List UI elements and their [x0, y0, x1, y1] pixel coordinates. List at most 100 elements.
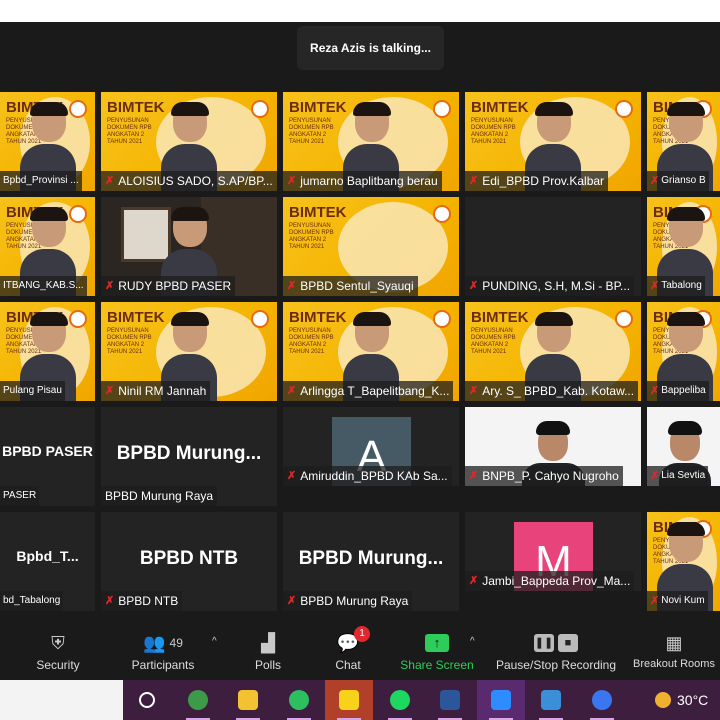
participant-tile[interactable]: BIMTEKPENYUSUNAN DOKUMEN RPB ANGKATAN 2 …	[0, 197, 95, 296]
share-arrow-icon: ↑	[425, 634, 449, 652]
participant-name: Tabalong	[661, 280, 702, 291]
participant-display-name: BPBD PASER	[2, 443, 93, 459]
bnpb-logo	[433, 205, 451, 223]
bimtek-subtitle: PENYUSUNAN DOKUMEN RPB ANGKATAN 2 TAHUN …	[289, 118, 334, 145]
chat-badge: 1	[354, 626, 370, 642]
participant-tile[interactable]: BIMTEKPENYUSUNAN DOKUMEN RPB ANGKATAN 2 …	[283, 197, 459, 296]
participant-name: Lia Sevtia	[661, 470, 706, 481]
participant-tile[interactable]: BIMTEK PENYUSUNAN DOKUMEN RPB ANGKATAN 2 …	[283, 92, 459, 191]
participants-caret-icon[interactable]: ^	[212, 636, 217, 647]
muted-mic-icon: ✗	[650, 175, 660, 187]
muted-mic-icon: ✗	[650, 385, 660, 397]
participant-display-name: BPBD NTB	[139, 548, 239, 569]
breakout-label: Breakout Rooms	[633, 658, 715, 670]
participant-name: ALOISIUS SADO, S.AP/BP...	[118, 174, 273, 188]
taskbar-file-explorer[interactable]	[224, 680, 272, 720]
taskbar-cortana[interactable]	[123, 680, 171, 720]
participant-tile[interactable]: BIMTEK PENYUSUNAN DOKUMEN RPB ANGKATAN 2 …	[465, 92, 641, 191]
recording-button[interactable]: ❚❚ ■ Pause/Stop Recording	[494, 630, 618, 672]
taskbar-evernote[interactable]	[275, 680, 323, 720]
taskbar-word[interactable]	[426, 680, 474, 720]
muted-mic-icon: ✗	[469, 385, 479, 397]
participant-tile[interactable]: BPBD PASER PASER	[0, 407, 95, 506]
participant-tile[interactable]: BIMTEK PENYUSUNAN DOKUMEN RPB ANGKATAN 2 …	[101, 302, 277, 401]
bnpb-logo	[433, 310, 451, 328]
muted-mic-icon: ✗	[650, 280, 660, 292]
muted-mic-icon: ✗	[105, 175, 115, 187]
security-label: Security	[36, 658, 80, 672]
participant-tile[interactable]: BIMTEKPENYUSUNAN DOKUMEN RPB ANGKATAN 2 …	[101, 92, 277, 191]
participant-name-label: Bpbd_Provinsi ...	[0, 171, 82, 191]
taskbar-chrome[interactable]	[174, 680, 222, 720]
participant-tile[interactable]: ✗ Lia Sevtia	[647, 407, 720, 486]
spotify-icon	[389, 690, 410, 710]
participant-name: Amiruddin_BPBD KAb Sa...	[300, 469, 448, 483]
bimtek-subtitle: PENYUSUNAN DOKUMEN RPB ANGKATAN 2 TAHUN …	[471, 118, 516, 145]
participant-tile[interactable]: BPBD NTB ✗ BPBD NTB	[101, 512, 277, 611]
participant-tile[interactable]: Bpbd_T... bd_Tabalong	[0, 512, 95, 611]
shield-icon: ⛨	[51, 632, 65, 653]
cortana-icon	[139, 692, 155, 708]
participant-tile[interactable]: BIMTEKPENYUSUNAN DOKUMEN RPB ANGKATAN 2 …	[647, 512, 720, 611]
participant-name-label: ✗ jumarno Baplitbang berau	[283, 171, 442, 191]
participant-name-label: ✗ Arlingga T_Bapelitbang_K...	[283, 381, 454, 401]
zoom-icon	[490, 690, 511, 710]
bimtek-title: BIMTEK	[107, 309, 165, 326]
security-button[interactable]: ⛨ Security	[28, 630, 88, 673]
bimtek-title: BIMTEK	[107, 99, 165, 116]
signal-icon	[591, 690, 612, 710]
muted-mic-icon: ✗	[650, 470, 660, 482]
chat-button[interactable]: 💬 1 Chat	[328, 626, 370, 672]
people-icon: 👥	[143, 632, 166, 653]
taskbar-spotify[interactable]	[376, 680, 424, 720]
weather-widget[interactable]: 30°C	[655, 680, 708, 720]
bimtek-title: BIMTEK	[471, 99, 529, 116]
participant-name-label: ✗ Ary. S_ BPBD_Kab. Kotaw...	[465, 381, 639, 401]
muted-mic-icon: ✗	[469, 575, 479, 587]
participant-tile[interactable]: BIMTEKPENYUSUNAN DOKUMEN RPB ANGKATAN 2 …	[465, 302, 641, 401]
taskbar-sticky-notes[interactable]	[325, 680, 373, 720]
participant-name: jumarno Baplitbang berau	[300, 174, 438, 188]
bimtek-subtitle: PENYUSUNAN DOKUMEN RPB ANGKATAN 2 TAHUN …	[289, 328, 334, 355]
participant-tile[interactable]: M ✗ Jambi_Bappeda Prov_Ma...	[465, 512, 641, 591]
share-screen-button[interactable]: ↑ Share Screen	[398, 630, 476, 672]
participant-name-label: bd_Tabalong	[0, 591, 64, 611]
participant-name-label: ✗ Amiruddin_BPBD KAb Sa...	[283, 466, 452, 486]
participant-tile[interactable]: BIMTEKPENYUSUNAN DOKUMEN RPB ANGKATAN 2 …	[0, 302, 95, 401]
participant-tile[interactable]: ✗ RUDY BPBD PASER	[101, 197, 277, 296]
muted-mic-icon: ✗	[469, 470, 479, 482]
taskbar-zoom[interactable]	[476, 680, 525, 720]
taskbar-signal[interactable]	[578, 680, 626, 720]
bimtek-title: BIMTEK	[289, 309, 347, 326]
participant-tile[interactable]: ✗ BNPB_P. Cahyo Nugroho	[465, 407, 641, 486]
participant-tile[interactable]: BIMTEKPENYUSUNAN DOKUMEN RPB ANGKATAN 2 …	[0, 92, 95, 191]
muted-mic-icon: ✗	[650, 595, 660, 607]
taskbar-photos[interactable]	[527, 680, 575, 720]
muted-mic-icon: ✗	[287, 280, 297, 292]
participants-button[interactable]: 👥 49 Participants	[125, 630, 201, 673]
muted-mic-icon: ✗	[287, 385, 297, 397]
participant-name-label: ✗ BPBD Sentul_Syauqi	[283, 276, 418, 296]
breakout-rooms-button[interactable]: ▦ Breakout Rooms	[630, 630, 718, 671]
participant-tile[interactable]: BIMTEK PENYUSUNAN DOKUMEN RPB ANGKATAN 2 …	[283, 302, 459, 401]
participant-tile[interactable]: BPBD Murung... BPBD Murung Raya	[101, 407, 277, 506]
bimtek-title: BIMTEK	[289, 99, 347, 116]
bimtek-subtitle: PENYUSUNAN DOKUMEN RPB ANGKATAN 2 TAHUN …	[471, 328, 516, 355]
bimtek-subtitle: PENYUSUNAN DOKUMEN RPB ANGKATAN 2 TAHUN …	[107, 328, 152, 355]
participant-tile[interactable]: ✗ PUNDING, S.H, M.Si - BP...	[465, 197, 641, 296]
participant-tile[interactable]: BIMTEKPENYUSUNAN DOKUMEN RPB ANGKATAN 2 …	[647, 302, 720, 401]
muted-mic-icon: ✗	[287, 595, 297, 607]
participant-name-label: ✗ PUNDING, S.H, M.Si - BP...	[465, 276, 635, 296]
participant-tile[interactable]: BIMTEKPENYUSUNAN DOKUMEN RPB ANGKATAN 2 …	[647, 197, 720, 296]
participant-tile[interactable]: BIMTEKPENYUSUNAN DOKUMEN RPB ANGKATAN 2 …	[647, 92, 720, 191]
muted-mic-icon: ✗	[287, 470, 297, 482]
participant-tile[interactable]: A ✗ Amiruddin_BPBD KAb Sa...	[283, 407, 459, 486]
participant-name-label: ✗ BPBD Murung Raya	[283, 591, 413, 611]
share-caret-icon[interactable]: ^	[470, 636, 475, 647]
muted-mic-icon: ✗	[287, 175, 297, 187]
muted-mic-icon: ✗	[105, 280, 115, 292]
polls-button[interactable]: ▟ Polls	[248, 630, 288, 673]
participant-tile[interactable]: BPBD Murung... ✗ BPBD Murung Raya	[283, 512, 459, 611]
temperature: 30°C	[677, 692, 709, 708]
taskbar-search-box[interactable]	[0, 680, 123, 720]
